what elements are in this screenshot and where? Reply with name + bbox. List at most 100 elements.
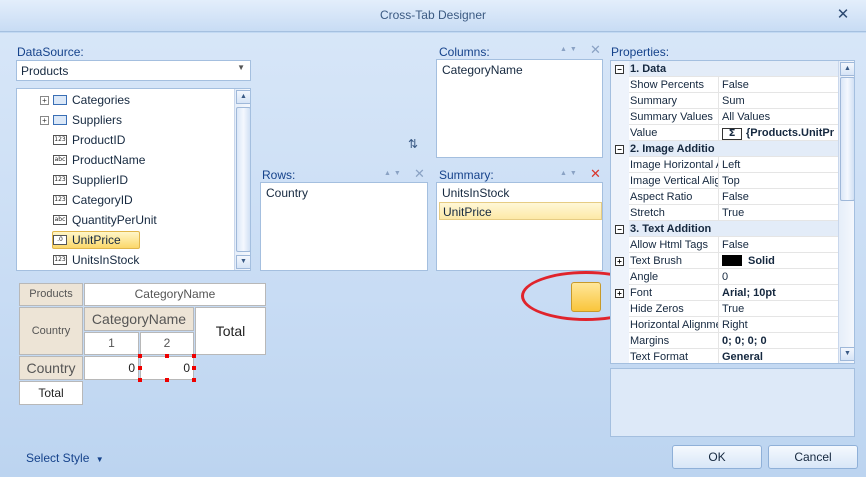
preview-category-header[interactable]: CategoryName [84, 307, 194, 331]
tree-item[interactable]: 123 UnitsInStock [17, 250, 235, 270]
property-value[interactable]: True [718, 301, 839, 317]
property-row[interactable]: Aspect Ratio False [611, 189, 839, 205]
property-value[interactable]: 0 [718, 269, 839, 285]
property-row[interactable]: + Font Arial; 10pt [611, 285, 839, 301]
rows-remove-icon[interactable]: ✕ [414, 166, 425, 182]
property-value[interactable]: Top [718, 173, 839, 189]
property-value[interactable]: Sum [718, 93, 839, 109]
tree-item[interactable]: + Suppliers [17, 110, 235, 130]
tree-item[interactable]: + Categories [17, 90, 235, 110]
tree-scrollbar[interactable]: ▲ ▼ [234, 89, 250, 270]
chevron-down-icon[interactable]: ▼ [237, 63, 245, 72]
preview-value-2[interactable]: 0 [140, 356, 194, 380]
collapse-icon[interactable]: − [615, 145, 624, 154]
property-value[interactable]: Arial; 10pt [718, 285, 839, 301]
tree-item[interactable]: abc QuantityPerUnit [17, 210, 235, 230]
preview-total-column[interactable]: Total [195, 307, 266, 355]
scroll-thumb[interactable] [236, 107, 250, 252]
selection-handle[interactable] [165, 378, 169, 382]
property-row[interactable]: + Text Brush Solid [611, 253, 839, 269]
preview-corner[interactable]: Products [19, 283, 83, 306]
preview-col-index-2[interactable]: 2 [140, 332, 194, 355]
property-value[interactable]: Right [718, 317, 839, 333]
property-row[interactable]: Horizontal Alignme Right [611, 317, 839, 333]
property-value[interactable]: False [718, 237, 839, 253]
expand-icon[interactable]: + [40, 96, 49, 105]
sigma-icon[interactable]: Σ [722, 128, 742, 140]
property-value[interactable]: All Values [718, 109, 839, 125]
columns-area[interactable]: CategoryName [436, 59, 603, 158]
properties-scrollbar[interactable]: ▲ ▼ [838, 61, 854, 363]
selection-handle[interactable] [138, 378, 142, 382]
property-row[interactable]: Text Format General [611, 349, 839, 363]
expand-icon[interactable]: + [40, 116, 49, 125]
preview-column-header[interactable]: CategoryName [84, 283, 266, 306]
columns-item[interactable]: CategoryName [439, 61, 602, 79]
preview-row-label[interactable]: Country [19, 356, 83, 380]
property-value[interactable]: 0; 0; 0; 0 [718, 333, 839, 349]
scroll-down-icon[interactable]: ▼ [236, 255, 250, 269]
collapse-icon[interactable]: − [615, 65, 624, 74]
selection-handle[interactable] [192, 378, 196, 382]
property-category[interactable]: −2. Image Additio [611, 141, 839, 157]
property-row[interactable]: Value Σ {Products.UnitPr [611, 125, 839, 141]
property-value[interactable]: Left [718, 157, 839, 173]
property-value[interactable]: Solid [718, 253, 839, 269]
summary-move-arrows-icon[interactable]: ▲▼ [560, 170, 580, 177]
property-row[interactable]: Summary Values All Values [611, 109, 839, 125]
expand-icon[interactable]: + [615, 289, 624, 298]
properties-grid[interactable]: −1. Data Show Percents False Summary Sum Summ… [610, 60, 855, 364]
scroll-up-icon[interactable]: ▲ [236, 90, 250, 104]
summary-item[interactable]: UnitsInStock [439, 184, 602, 202]
selection-handle[interactable] [138, 354, 142, 358]
property-row[interactable]: Show Percents False [611, 77, 839, 93]
scroll-thumb[interactable] [840, 77, 854, 201]
datasource-combo[interactable]: Products ▼ [16, 60, 251, 81]
columns-remove-icon[interactable]: ✕ [590, 42, 601, 58]
datasource-tree[interactable]: + Categories + Suppliers 123 ProductID abc Prod… [16, 88, 251, 271]
rows-item[interactable]: Country [263, 184, 426, 202]
property-value[interactable]: False [718, 189, 839, 205]
rows-area[interactable]: Country [260, 182, 428, 271]
property-row[interactable]: Summary Sum [611, 93, 839, 109]
property-row[interactable]: Image Vertical Alig Top [611, 173, 839, 189]
select-style-button[interactable]: Select Style ▼ [26, 451, 104, 465]
property-row[interactable]: Hide Zeros True [611, 301, 839, 317]
preview-value-1[interactable]: 0 [84, 356, 139, 380]
property-value[interactable]: False [718, 77, 839, 93]
close-icon[interactable]: ✕ [834, 6, 852, 24]
tree-item[interactable]: 123 CategoryID [17, 190, 235, 210]
selection-handle[interactable] [192, 354, 196, 358]
property-value[interactable]: Σ {Products.UnitPr [718, 125, 839, 141]
preview-row-header[interactable]: Country [19, 307, 83, 355]
property-category[interactable]: −1. Data [611, 61, 839, 77]
expand-icon[interactable]: + [615, 257, 624, 266]
scroll-down-icon[interactable]: ▼ [840, 347, 854, 361]
property-row[interactable]: Stretch True [611, 205, 839, 221]
scroll-up-icon[interactable]: ▲ [840, 62, 854, 76]
cancel-button[interactable]: Cancel [768, 445, 858, 469]
tree-item[interactable]: 123 SupplierID [17, 170, 235, 190]
tree-item[interactable]: 123 ProductID [17, 130, 235, 150]
property-value[interactable]: True [718, 205, 839, 221]
selection-handle[interactable] [192, 366, 196, 370]
tree-item[interactable]: .0 UnitPrice [17, 230, 235, 250]
property-category[interactable]: −3. Text Addition [611, 221, 839, 237]
selection-handle[interactable] [138, 366, 142, 370]
rows-move-arrows-icon[interactable]: ▲▼ [384, 170, 404, 177]
property-row[interactable]: Angle 0 [611, 269, 839, 285]
selection-handle[interactable] [165, 354, 169, 358]
summary-remove-icon[interactable]: ✕ [590, 166, 601, 182]
columns-move-arrows-icon[interactable]: ▲▼ [560, 46, 580, 53]
preview-total-row[interactable]: Total [19, 381, 83, 405]
ok-button[interactable]: OK [672, 445, 762, 469]
collapse-icon[interactable]: − [615, 225, 624, 234]
property-value[interactable]: General [718, 349, 839, 363]
summary-area[interactable]: UnitsInStock UnitPrice [436, 182, 603, 271]
swap-axes-icon[interactable]: ⇅ [408, 137, 426, 153]
property-row[interactable]: Allow Html Tags False [611, 237, 839, 253]
preview-col-index-1[interactable]: 1 [84, 332, 139, 355]
property-row[interactable]: Margins 0; 0; 0; 0 [611, 333, 839, 349]
summary-item-selected[interactable]: UnitPrice [439, 202, 602, 220]
property-row[interactable]: Image Horizontal A Left [611, 157, 839, 173]
